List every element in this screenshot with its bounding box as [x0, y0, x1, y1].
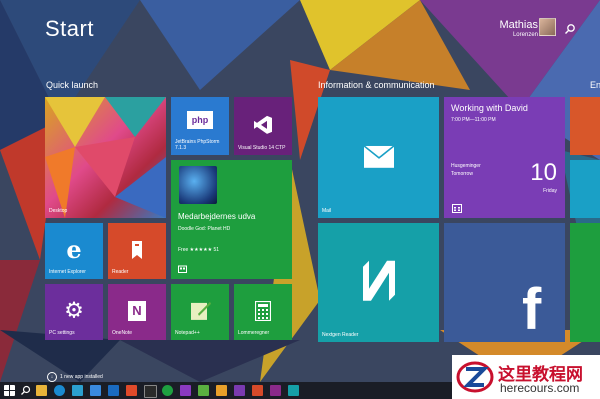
calculator-icon [255, 301, 271, 321]
avatar[interactable] [539, 18, 556, 36]
file-explorer-icon[interactable] [36, 385, 47, 396]
facebook-icon: f [522, 277, 542, 342]
mail-icon [363, 145, 394, 168]
tile-onenote[interactable]: N OneNote [108, 284, 166, 340]
watermark-logo-icon [456, 361, 494, 393]
calendar-weekday: Friday [543, 188, 557, 194]
game-rating: Free ★★★★★ 51 [178, 247, 220, 253]
tile-facebook[interactable]: f [444, 223, 565, 342]
calendar-event-title: Working with David [451, 103, 528, 113]
desktop-wallpaper-icon [45, 97, 166, 218]
group-partial: En [590, 80, 600, 90]
tile-nextgen-reader[interactable]: Nextgen Reader [318, 223, 439, 342]
user-first-name: Mathias [499, 19, 538, 31]
tile-desktop[interactable]: Desktop [45, 97, 166, 218]
tile-notepad[interactable]: Notepad++ [171, 284, 229, 340]
tile-nextgen-reader-label: Nextgen Reader [322, 332, 359, 338]
tile-mail[interactable]: Mail [318, 97, 439, 218]
watermark: 这里教程网 herecours.com [452, 355, 600, 399]
down-arrow-icon: ↓ [47, 372, 57, 382]
tile-visual-studio[interactable]: Visual Studio 14 CTP [234, 97, 292, 155]
tile-visual-studio-label: Visual Studio 14 CTP [238, 145, 286, 151]
group-quick-launch: Quick launch [46, 80, 99, 90]
windows-start-icon[interactable] [4, 385, 15, 396]
onedrive-icon[interactable] [108, 385, 119, 396]
game-subtitle: Doodle God: Planet HD [178, 226, 231, 232]
tile-game[interactable]: Medarbejdernes udva Doodle God: Planet H… [171, 160, 292, 279]
skype-icon[interactable] [90, 385, 101, 396]
tile-partial-1[interactable] [570, 97, 600, 155]
apps-installed-text: 1 new app installed [60, 374, 103, 380]
app-icon-1[interactable] [126, 385, 137, 396]
tile-notepad-label: Notepad++ [175, 330, 200, 336]
onenote-icon: N [128, 301, 146, 321]
game-thumbnail-icon [179, 166, 217, 204]
visual-studio-icon [254, 115, 272, 134]
terminal-icon[interactable] [144, 385, 157, 398]
tile-reader-label: Reader [112, 269, 129, 275]
tile-pc-settings[interactable]: ⚙ PC settings [45, 284, 103, 340]
tile-mail-label: Mail [322, 208, 332, 214]
phpstorm-icon: php [187, 111, 213, 129]
nextgen-reader-icon [362, 260, 395, 301]
app-icon-2[interactable] [180, 385, 191, 396]
tile-phpstorm[interactable]: php JetBrains PhpStorm 7.1.3 [171, 97, 229, 155]
user-last-name: Lorenzen [512, 32, 538, 38]
tile-internet-explorer-label: Internet Explorer [49, 269, 86, 275]
calendar-note: Husgeminger [451, 163, 481, 169]
notepad-taskbar-icon[interactable] [198, 385, 209, 396]
search-icon[interactable] [564, 23, 576, 35]
tile-calendar[interactable]: Working with David 7:00 PM—11:00 PM Husg… [444, 97, 565, 218]
tile-calculator[interactable]: Lommeregner [234, 284, 292, 340]
spotify-icon[interactable] [162, 385, 173, 396]
tile-reader[interactable]: Reader [108, 223, 166, 279]
visual-studio-taskbar-icon[interactable] [234, 385, 245, 396]
game-title: Medarbejdernes udva [178, 212, 256, 221]
store-icon [178, 265, 187, 273]
tile-phpstorm-label: JetBrains PhpStorm 7.1.3 [175, 139, 220, 151]
tile-internet-explorer[interactable]: e Internet Explorer [45, 223, 103, 279]
apps-installed-notice[interactable]: ↓ 1 new app installed [47, 372, 103, 382]
reader-taskbar-icon[interactable] [252, 385, 263, 396]
calendar-day: 10 [530, 159, 557, 186]
taskbar-search-icon[interactable] [20, 385, 31, 396]
internet-explorer-icon: e [66, 235, 82, 265]
calendar-event-time: 7:00 PM—11:00 PM [451, 117, 496, 123]
tile-partial-3[interactable] [570, 223, 600, 342]
reader-icon [132, 241, 142, 259]
calendar-icon [452, 204, 462, 213]
app-icon-3[interactable] [216, 385, 227, 396]
tile-pc-settings-label: PC settings [49, 330, 75, 336]
notepad-icon [191, 301, 211, 320]
group-information: Information & communication [318, 80, 435, 90]
user-account[interactable]: Mathias Lorenzen [499, 19, 538, 38]
start-title: Start [45, 16, 94, 41]
gear-icon: ⚙ [64, 297, 84, 323]
tile-partial-2[interactable] [570, 160, 600, 218]
internet-explorer-taskbar-icon[interactable] [54, 385, 65, 396]
calendar-when: Tomorrow [451, 171, 473, 177]
store-taskbar-icon[interactable] [72, 385, 83, 396]
tile-calculator-label: Lommeregner [238, 330, 270, 336]
tile-desktop-label: Desktop [49, 208, 68, 214]
onenote-taskbar-icon[interactable] [270, 385, 281, 396]
watermark-url: herecours.com [500, 381, 580, 395]
tile-onenote-label: OneNote [112, 330, 133, 336]
nextgen-reader-taskbar-icon[interactable] [288, 385, 299, 396]
